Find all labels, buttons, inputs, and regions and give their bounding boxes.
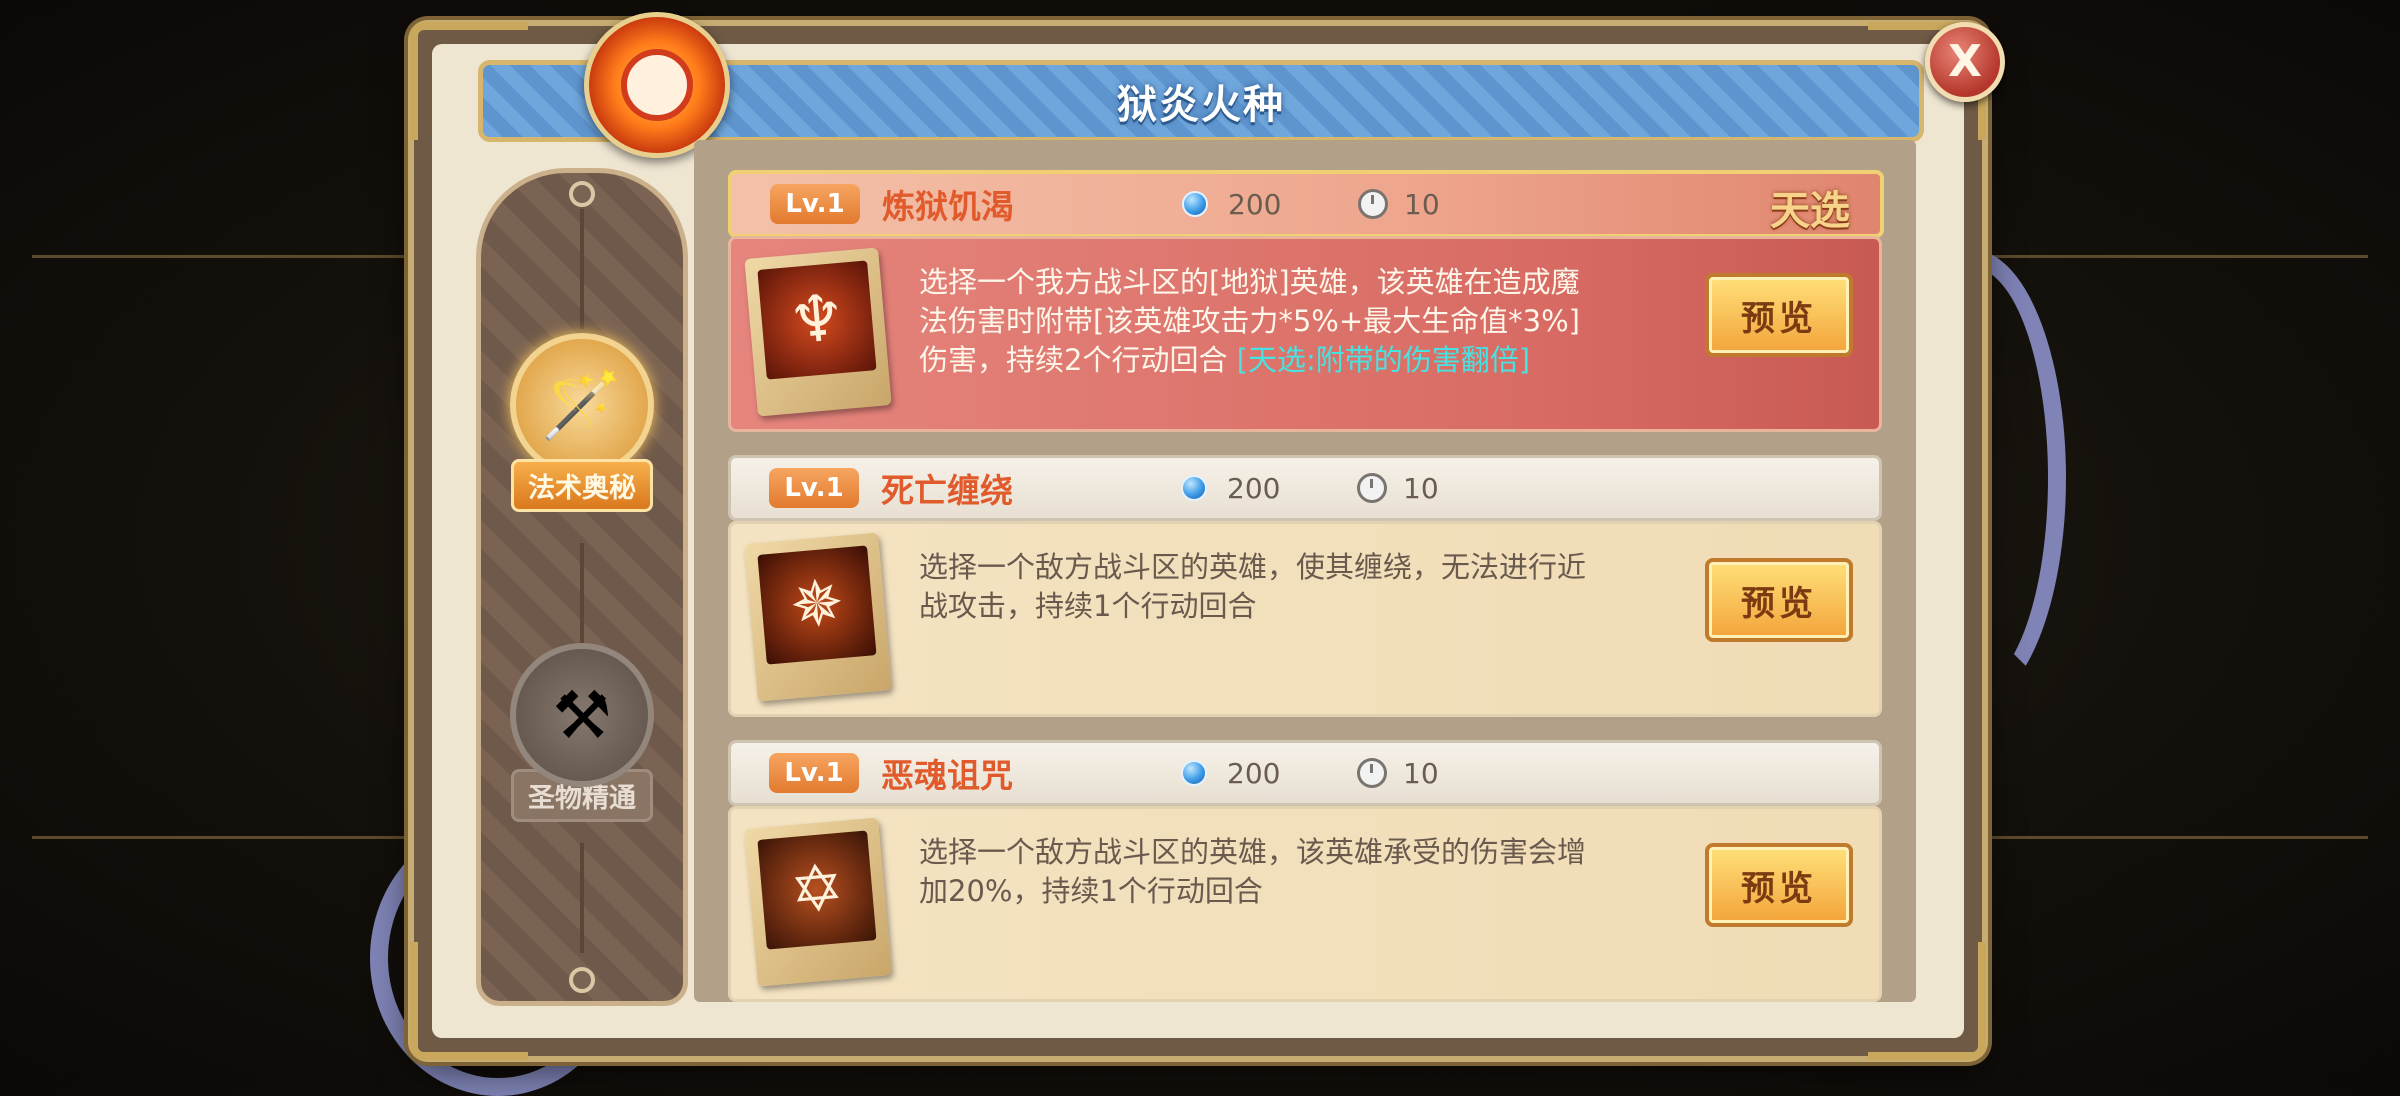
close-icon: X <box>1948 36 1982 87</box>
skill-name: 恶魂诅咒 <box>881 756 1013 795</box>
stopwatch-icon <box>1358 189 1388 219</box>
skill-cooldown: 10 <box>1403 471 1439 505</box>
skill-description: 选择一个敌方战斗区的英雄，使其缠绕，无法进行近战攻击，持续1个行动回合 <box>919 550 1587 623</box>
sidebar-item-spell-mystery[interactable]: 🪄 法术奥秘 <box>502 333 662 512</box>
skill-cooldown: 10 <box>1404 187 1440 221</box>
skill-card-frame: ✵ <box>744 532 892 702</box>
stopwatch-icon <box>1357 758 1387 788</box>
skill-card-header: Lv.1 恶魂诅咒 200 10 <box>728 740 1882 806</box>
sidebar-line <box>580 843 584 953</box>
gem-icon <box>1181 760 1207 786</box>
staff-icon: 🪄 <box>510 333 654 477</box>
skill-cooldown: 10 <box>1403 756 1439 790</box>
sidebar-item-relic-mastery[interactable]: ⚒ 圣物精通 <box>502 643 662 822</box>
gem-icon <box>1181 475 1207 501</box>
skill-card: Lv.1 恶魂诅咒 200 10 ✡ 选择一个敌方战斗区的英雄，该英雄承受的伤害… <box>728 740 1884 1002</box>
chosen-tag: 天选 <box>1770 187 1850 234</box>
skill-card-header: Lv.1 炼狱饥渴 200 10 天选 <box>728 170 1884 238</box>
spider-icon: ✵ <box>757 545 877 665</box>
skill-card-frame: ♆ <box>744 247 892 417</box>
gem-icon <box>1182 191 1208 217</box>
sidebar-ornament-dot <box>569 181 595 207</box>
sidebar-line <box>580 209 584 329</box>
level-badge: Lv.1 <box>769 468 859 508</box>
skill-card: Lv.1 炼狱饥渴 200 10 天选 ♆ 选择一个我方战斗区的[地狱]英雄，该… <box>728 170 1884 432</box>
level-badge: Lv.1 <box>769 753 859 793</box>
preview-button[interactable]: 预览 <box>1705 273 1853 357</box>
skill-cost: 200 <box>1228 187 1282 221</box>
preview-button[interactable]: 预览 <box>1705 558 1853 642</box>
preview-button[interactable]: 预览 <box>1705 843 1853 927</box>
skill-name: 炼狱饥渴 <box>882 187 1014 226</box>
crossed-hammers-icon: ⚒ <box>510 643 654 787</box>
dialog-title: 狱炎火种 <box>1117 82 1285 128</box>
category-sidebar: 🪄 法术奥秘 ⚒ 圣物精通 <box>476 168 688 1006</box>
fire-emblem-icon <box>584 12 730 158</box>
skill-cost: 200 <box>1227 471 1281 505</box>
skill-cost: 200 <box>1227 756 1281 790</box>
chosen-bonus-text: [天选:附带的伤害翻倍] <box>1236 343 1531 377</box>
level-badge: Lv.1 <box>770 184 860 224</box>
sidebar-ornament-dot <box>569 967 595 993</box>
skill-card-body: ♆ 选择一个我方战斗区的[地狱]英雄，该英雄在造成魔法伤害时附带[该英雄攻击力*… <box>728 236 1882 432</box>
skill-description: 选择一个敌方战斗区的英雄，该英雄承受的伤害会增加20%，持续1个行动回合 <box>919 835 1587 908</box>
emblem-core <box>621 49 693 121</box>
close-button[interactable]: X <box>1925 22 2005 102</box>
skill-card-header: Lv.1 死亡缠绕 200 10 <box>728 455 1882 521</box>
skill-card-frame: ✡ <box>744 817 892 987</box>
sidebar-item-label: 法术奥秘 <box>511 459 653 512</box>
skill-card-body: ✵ 选择一个敌方战斗区的英雄，使其缠绕，无法进行近战攻击，持续1个行动回合 预览 <box>728 521 1882 717</box>
skill-card: Lv.1 死亡缠绕 200 10 ✵ 选择一个敌方战斗区的英雄，使其缠绕，无法进… <box>728 455 1884 717</box>
hexagram-icon: ✡ <box>757 830 877 950</box>
trident-icon: ♆ <box>757 260 877 380</box>
stopwatch-icon <box>1357 473 1387 503</box>
skill-name: 死亡缠绕 <box>881 471 1013 510</box>
skill-card-body: ✡ 选择一个敌方战斗区的英雄，该英雄承受的伤害会增加20%，持续1个行动回合 预… <box>728 806 1882 1002</box>
skill-description: 选择一个我方战斗区的[地狱]英雄，该英雄在造成魔法伤害时附带[该英雄攻击力*5%… <box>919 263 1599 380</box>
